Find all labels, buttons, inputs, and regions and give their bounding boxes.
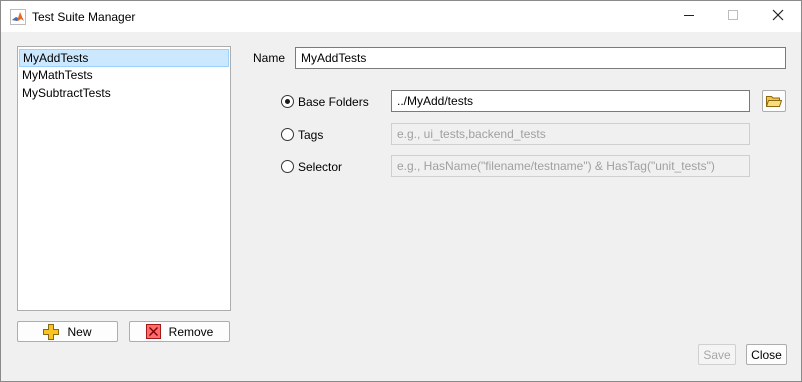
test-suite-manager-window: Test Suite Manager MyAddTests MyMathTest… [0,0,802,382]
close-icon [772,9,784,24]
new-button-label: New [67,324,92,339]
close-button[interactable]: Close [746,344,787,365]
maximize-icon [727,9,739,24]
remove-button[interactable]: Remove [129,321,230,342]
name-label: Name [253,51,286,65]
title-bar: Test Suite Manager [1,1,801,32]
selector-label: Selector [298,160,343,174]
name-field[interactable]: MyAddTests [295,47,786,69]
tags-radio[interactable] [281,128,294,141]
add-icon [43,323,60,340]
window-title: Test Suite Manager [32,10,136,24]
matlab-logo-icon [10,9,26,25]
base-folders-radio[interactable] [281,95,294,108]
new-button[interactable]: New [17,321,118,342]
maximize-button[interactable] [710,1,756,32]
list-item[interactable]: MyAddTests [19,49,229,67]
browse-folder-button[interactable] [762,90,786,112]
selector-input[interactable]: e.g., HasName("filename/testname") & Has… [391,155,750,177]
tags-input[interactable]: e.g., ui_tests,backend_tests [391,123,750,145]
base-folders-input[interactable]: ../MyAdd/tests [391,90,750,112]
test-suite-list[interactable]: MyAddTests MyMathTests MySubtractTests [17,46,231,311]
folder-icon [766,94,782,108]
tags-label: Tags [298,128,324,142]
list-item[interactable]: MySubtractTests [19,84,229,102]
remove-icon [145,324,161,339]
remove-button-label: Remove [168,324,214,339]
minimize-button[interactable] [666,1,712,32]
minimize-icon [683,10,695,24]
close-window-button[interactable] [755,1,801,32]
selector-radio[interactable] [281,160,294,173]
save-button[interactable]: Save [698,344,736,365]
base-folders-label: Base Folders [298,95,369,109]
list-item[interactable]: MyMathTests [19,66,229,84]
